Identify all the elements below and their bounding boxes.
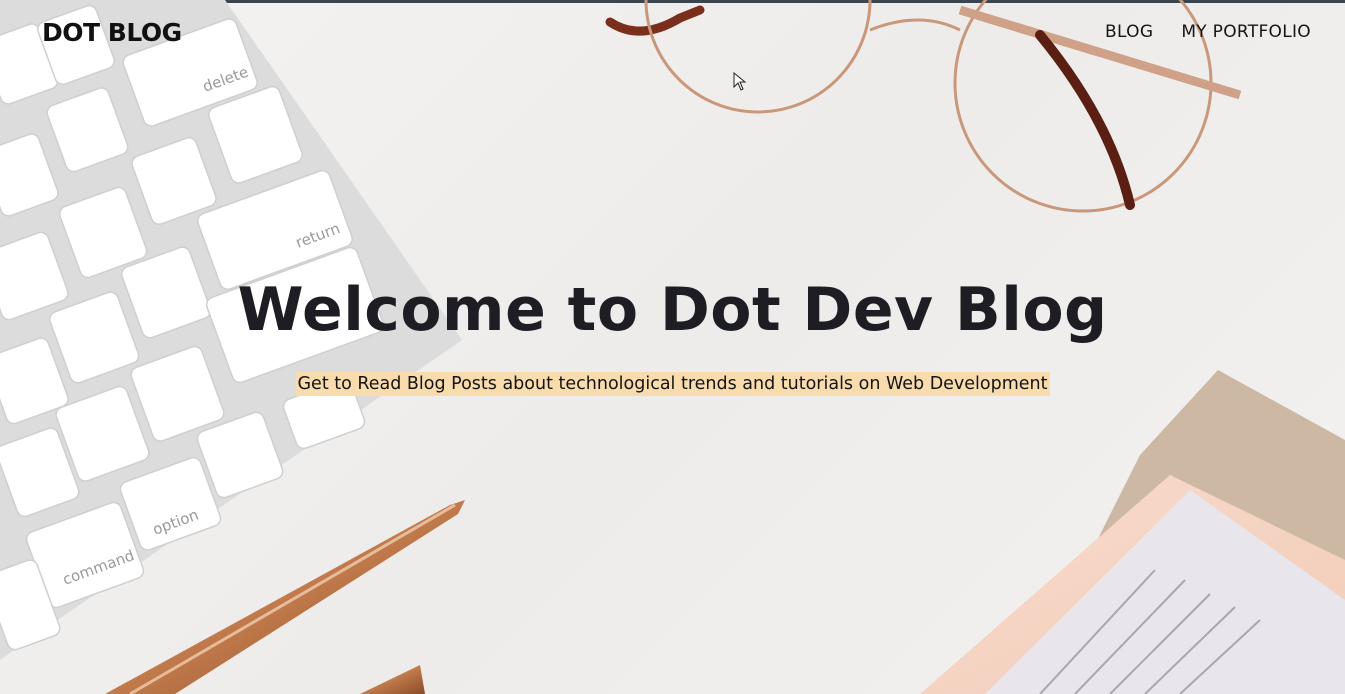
top-navigation: BLOG MY PORTFOLIO: [1105, 22, 1311, 42]
hero-background-photo: delete return option command: [0, 0, 1345, 694]
brand-logo[interactable]: DOT BLOG: [42, 18, 182, 47]
notebook: [920, 370, 1345, 694]
hero-subtitle-container: Get to Read Blog Posts about technologic…: [0, 372, 1345, 396]
nav-link-blog[interactable]: BLOG: [1105, 22, 1153, 42]
mouse-pointer-icon: [733, 72, 747, 91]
hero-subtitle: Get to Read Blog Posts about technologic…: [295, 372, 1050, 396]
nav-link-my-portfolio[interactable]: MY PORTFOLIO: [1181, 22, 1311, 42]
hero-section: delete return option command DOT BLOG BL…: [0, 0, 1345, 694]
hero-title: Welcome to Dot Dev Blog: [237, 275, 1108, 345]
